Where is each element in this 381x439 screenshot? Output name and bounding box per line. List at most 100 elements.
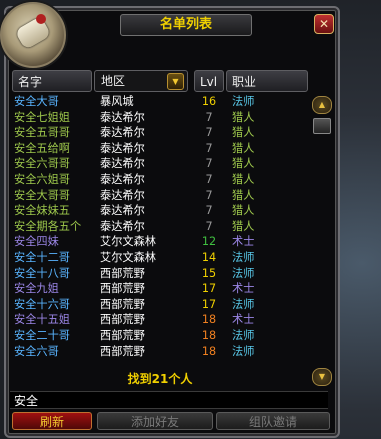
list-item[interactable]: 安全九姐 西部荒野 17 术士 [12, 281, 308, 297]
scroll-thumb[interactable] [313, 118, 331, 134]
player-class: 法师 [232, 250, 255, 264]
player-name: 安全六姐哥 [14, 172, 70, 186]
player-class: 术士 [232, 282, 255, 296]
list-item[interactable]: 安全大哥哥 泰达希尔 7 猎人 [12, 188, 308, 204]
list-item[interactable]: 安全期各五个 泰达希尔 7 猎人 [12, 219, 308, 235]
column-header-name[interactable]: 名字 [12, 70, 92, 92]
scroll-seal [36, 14, 46, 24]
chevron-down-icon[interactable]: ▼ [167, 73, 184, 90]
player-class: 猎人 [232, 172, 255, 186]
zone-dropdown-label: 地区 [101, 74, 126, 88]
refresh-button[interactable]: 刷新 [12, 412, 92, 430]
found-count-text: 找到21个人 [127, 372, 193, 386]
player-name: 安全五给啊 [14, 141, 70, 155]
column-header-level[interactable]: Lvl [194, 70, 224, 92]
list-item[interactable]: 安全五给啊 泰达希尔 7 猎人 [12, 141, 308, 157]
player-zone: 泰达希尔 [100, 172, 145, 186]
player-zone: 艾尔文森林 [100, 235, 156, 249]
list-item[interactable]: 安全大哥 暴风城 16 法师 [12, 94, 308, 110]
player-zone: 西部荒野 [100, 328, 145, 342]
player-zone: 西部荒野 [100, 266, 145, 280]
list-item[interactable]: 安全六哥 西部荒野 18 法师 [12, 344, 308, 360]
list-item[interactable]: 安全十六哥 西部荒野 17 法师 [12, 297, 308, 313]
player-zone: 泰达希尔 [100, 188, 145, 202]
player-class: 猎人 [232, 204, 255, 218]
list-item[interactable]: 安全五哥哥 泰达希尔 7 猎人 [12, 125, 308, 141]
group-invite-button[interactable]: 组队邀请 [216, 412, 330, 430]
list-item[interactable]: 安全四妹 艾尔文森林 12 术士 [12, 234, 308, 250]
player-zone: 暴风城 [100, 95, 134, 108]
window-title: 名单列表 [120, 14, 252, 36]
player-level: 7 [205, 126, 213, 140]
player-level: 17 [201, 282, 217, 296]
player-class: 猎人 [232, 126, 255, 140]
player-level: 7 [205, 141, 213, 155]
player-zone: 泰达希尔 [100, 204, 145, 218]
player-class: 猎人 [232, 219, 255, 233]
list-scrollbar[interactable]: ▲ ▼ [312, 96, 332, 386]
player-level: 7 [205, 110, 213, 124]
player-level: 7 [205, 219, 213, 233]
player-level: 7 [205, 157, 213, 171]
list-item[interactable]: 安全六哥哥 泰达希尔 7 猎人 [12, 156, 308, 172]
player-level: 7 [205, 188, 213, 202]
player-class: 术士 [232, 235, 255, 249]
player-zone: 泰达希尔 [100, 141, 145, 155]
player-name: 安全七姐姐 [14, 110, 70, 124]
player-name: 安全大哥 [14, 95, 59, 108]
list-item[interactable]: 安全六姐哥 泰达希尔 7 猎人 [12, 172, 308, 188]
player-level: 7 [205, 172, 213, 186]
player-zone: 西部荒野 [100, 313, 145, 327]
player-name: 安全大哥哥 [14, 188, 70, 202]
player-class: 法师 [232, 328, 255, 342]
player-class: 法师 [232, 297, 255, 311]
player-zone: 西部荒野 [100, 297, 145, 311]
player-name: 安全十八哥 [14, 266, 70, 280]
list-item[interactable]: 安全十八哥 西部荒野 15 法师 [12, 266, 308, 282]
player-level: 18 [201, 313, 217, 327]
zone-dropdown[interactable]: 地区 ▼ [94, 70, 188, 92]
player-name: 安全十五姐 [14, 313, 70, 327]
add-friend-button[interactable]: 添加好友 [97, 412, 213, 430]
player-zone: 西部荒野 [100, 344, 145, 358]
player-level: 15 [201, 266, 217, 280]
player-name: 安全期各五个 [14, 219, 82, 233]
player-class: 猎人 [232, 188, 255, 202]
player-level: 14 [201, 250, 217, 264]
player-zone: 泰达希尔 [100, 126, 145, 140]
player-level: 18 [201, 344, 217, 358]
player-class: 术士 [232, 313, 255, 327]
list-item[interactable]: 安全十二哥 艾尔文森林 14 法师 [12, 250, 308, 266]
player-name: 安全六哥 [14, 344, 59, 358]
scroll-up-icon[interactable]: ▲ [312, 96, 332, 114]
player-name: 安全五哥哥 [14, 126, 70, 140]
scroll-portrait-icon [0, 2, 66, 68]
player-class: 法师 [232, 95, 255, 108]
list-item[interactable]: 安全二十哥 西部荒野 18 法师 [12, 328, 308, 344]
player-class: 猎人 [232, 141, 255, 155]
player-level: 7 [205, 204, 213, 218]
player-list: 安全大哥 暴风城 16 法师 安全七姐姐 泰达希尔 7 猎人 安全五哥哥 泰达希尔 7 猎人 安全五给啊… [12, 94, 308, 359]
player-level: 18 [201, 328, 217, 342]
player-name: 安全二十哥 [14, 328, 70, 342]
list-item[interactable]: 安全妹妹五 泰达希尔 7 猎人 [12, 203, 308, 219]
player-name: 安全六哥哥 [14, 157, 70, 171]
player-class: 法师 [232, 266, 255, 280]
player-name: 安全妹妹五 [14, 204, 70, 218]
player-name: 安全十六哥 [14, 297, 70, 311]
player-zone: 西部荒野 [100, 282, 145, 296]
player-name: 安全四妹 [14, 235, 59, 249]
player-level: 16 [201, 95, 217, 108]
column-header-class[interactable]: 职业 [226, 70, 308, 92]
player-zone: 泰达希尔 [100, 219, 145, 233]
scroll-roll [14, 15, 52, 51]
search-input[interactable]: 安全 [10, 391, 328, 409]
list-item[interactable]: 安全十五姐 西部荒野 18 术士 [12, 312, 308, 328]
close-button[interactable]: ✕ [314, 14, 334, 34]
player-class: 猎人 [232, 110, 255, 124]
list-item[interactable]: 安全七姐姐 泰达希尔 7 猎人 [12, 110, 308, 126]
player-zone: 艾尔文森林 [100, 250, 156, 264]
player-name: 安全九姐 [14, 282, 59, 296]
player-level: 17 [201, 297, 217, 311]
player-name: 安全十二哥 [14, 250, 70, 264]
